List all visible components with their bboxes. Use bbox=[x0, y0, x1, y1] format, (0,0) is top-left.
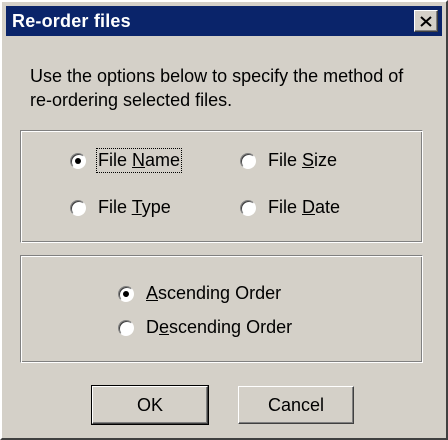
radio-descending-order[interactable]: Descending Order bbox=[118, 317, 292, 338]
radio-button-icon bbox=[118, 285, 134, 302]
radio-button-icon bbox=[70, 199, 86, 216]
radio-button-icon bbox=[240, 152, 256, 169]
cancel-button[interactable]: Cancel bbox=[238, 386, 354, 424]
instructions-line-1: Use the options below to specify the met… bbox=[30, 66, 404, 86]
radio-button-icon bbox=[240, 199, 256, 216]
ok-button[interactable]: OK bbox=[91, 385, 209, 425]
radio-file-type-label: File Type bbox=[98, 197, 171, 217]
radio-file-type[interactable]: File Type bbox=[70, 197, 171, 218]
radio-ascending-order-label: Ascending Order bbox=[146, 283, 282, 303]
radio-button-icon bbox=[118, 319, 134, 336]
radio-file-name-label: File Name bbox=[95, 148, 183, 173]
close-button[interactable] bbox=[414, 10, 438, 32]
dialog-title: Re-order files bbox=[12, 10, 131, 31]
radio-file-size[interactable]: File Size bbox=[240, 150, 337, 171]
title-bar[interactable]: Re-order files bbox=[6, 6, 442, 36]
sort-by-group bbox=[20, 130, 423, 243]
radio-file-size-label: File Size bbox=[268, 150, 338, 170]
radio-file-name[interactable]: File Name bbox=[70, 148, 183, 173]
radio-file-date-label: File Date bbox=[268, 197, 341, 217]
order-group bbox=[20, 255, 423, 363]
instructions-line-2: re-ordering selected files. bbox=[30, 90, 233, 110]
radio-file-date[interactable]: File Date bbox=[240, 197, 340, 218]
instructions-text: Use the options below to specify the met… bbox=[30, 64, 430, 112]
radio-button-icon bbox=[70, 152, 86, 169]
radio-ascending-order[interactable]: Ascending Order bbox=[118, 283, 281, 304]
close-icon bbox=[420, 15, 432, 27]
radio-descending-order-label: Descending Order bbox=[146, 317, 293, 337]
